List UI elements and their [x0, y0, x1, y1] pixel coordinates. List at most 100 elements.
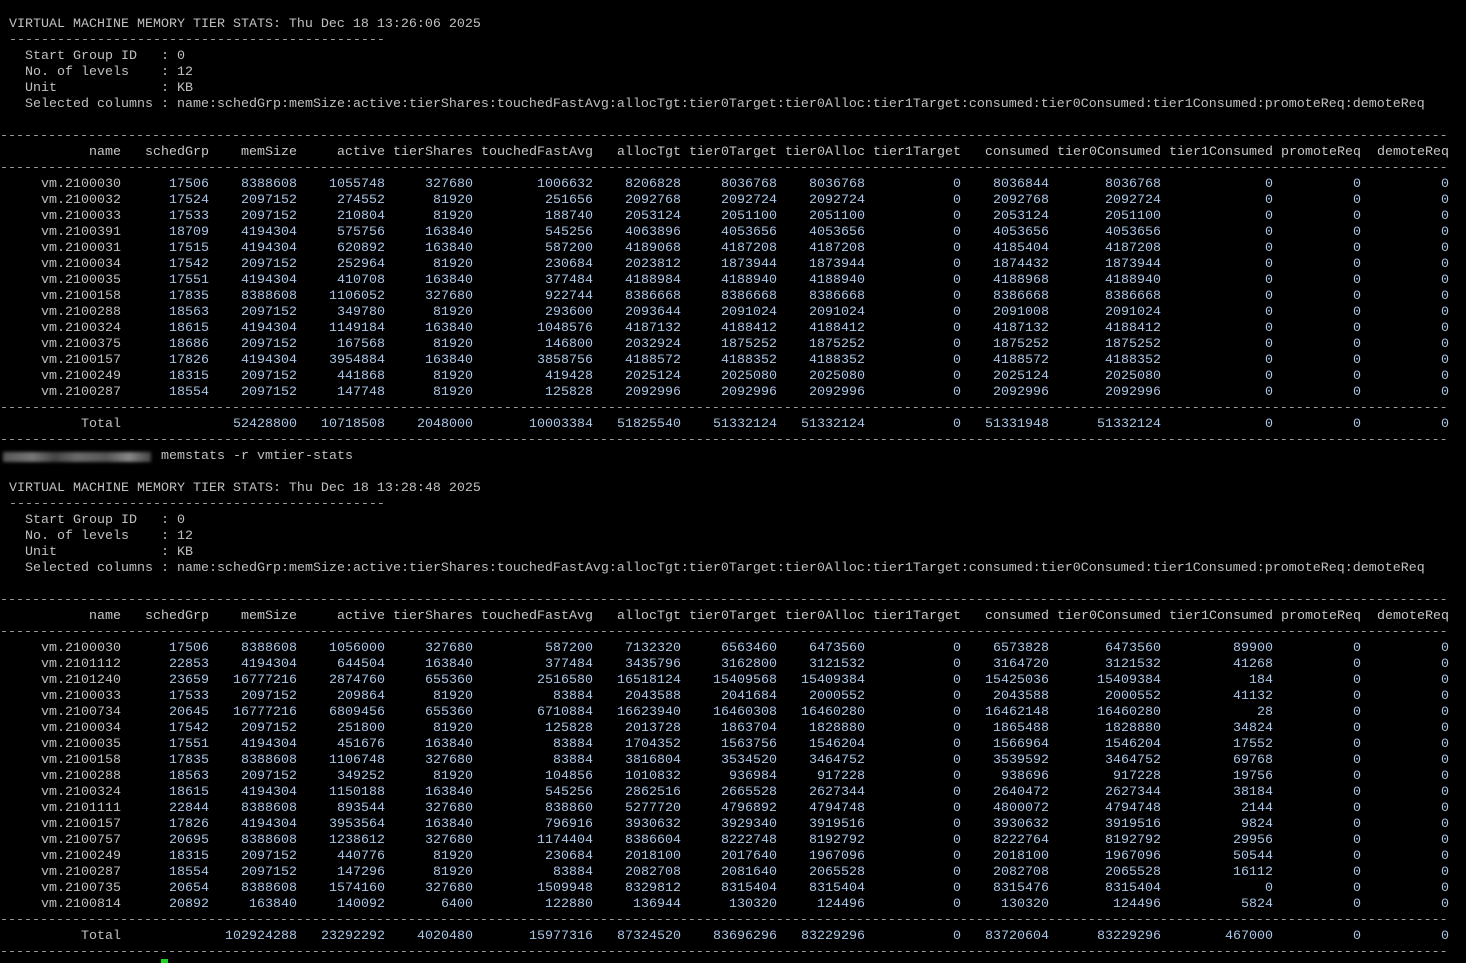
table-row: vm.2100031 17515 4194304 620892 163840 587200…: [0, 241, 1466, 257]
cell-tierShares: 81920: [433, 337, 473, 352]
info-label: Unit: [25, 81, 161, 96]
info-line: No. of levels : 12: [0, 529, 1466, 545]
total-row: Total 102924288 23292292 4020480 15977316 873…: [0, 929, 1466, 945]
cell-tierShares: 81920: [433, 193, 473, 208]
info-line: Selected columns : name:schedGrp:memSize…: [0, 97, 1466, 113]
cell-demoteReq: 0: [1441, 865, 1449, 880]
table-row: vm.2100035 17551 4194304 410708 163840 377484…: [0, 273, 1466, 289]
cell-demoteReq: 0: [1441, 321, 1449, 336]
cell-demoteReq: 0: [1441, 177, 1449, 192]
cell-tierShares: 81920: [433, 385, 473, 400]
cell-tierShares: 81920: [433, 769, 473, 784]
dash-divider: ----------------------------------------…: [0, 161, 1448, 176]
cell-tierShares: 81920: [433, 865, 473, 880]
table-row: vm.2100814 20892 163840 140092 6400 122880 136…: [0, 897, 1466, 913]
info-label: Selected columns: [25, 561, 161, 576]
separator-line: ----------------------------------------…: [0, 593, 1466, 609]
cell-tierShares: 163840: [425, 817, 473, 832]
cell-demoteReq: 0: [1441, 785, 1449, 800]
cell-tierShares: 81920: [433, 721, 473, 736]
cell-tierShares: 655360: [425, 673, 473, 688]
cell-demoteReq: 0: [1441, 641, 1449, 656]
cell-tierShares: 163840: [425, 737, 473, 752]
separator-line: ----------------------------------------…: [0, 945, 1466, 961]
info-line: Unit : KB: [0, 545, 1466, 561]
separator-line: ----------------------------------------…: [0, 33, 1466, 49]
table-row: vm.2100757 20695 8388608 1238612 327680 11744…: [0, 833, 1466, 849]
cell-demoteReq: 0: [1441, 689, 1449, 704]
cell-tierShares: 327680: [425, 801, 473, 816]
table-row: vm.2100157 17826 4194304 3953564 163840 79691…: [0, 817, 1466, 833]
cell-name: Total: [81, 417, 121, 432]
table-row: vm.2100030 17506 8388608 1056000 327680 58720…: [0, 641, 1466, 657]
cell-tierShares: 6400: [441, 897, 473, 912]
cell-demoteReq: 0: [1441, 721, 1449, 736]
cell-tierShares: 327680: [425, 177, 473, 192]
separator-line: ----------------------------------------…: [0, 913, 1466, 929]
cell-tierShares: tierShares: [393, 145, 473, 160]
table-row: vm.2100391 18709 4194304 575756 163840 545256…: [0, 225, 1466, 241]
cell-demoteReq: 0: [1441, 353, 1449, 368]
cell-demoteReq: 0: [1441, 753, 1449, 768]
dash-divider: ----------------------------------------…: [0, 913, 1448, 928]
terminal-cursor: [161, 959, 168, 963]
info-line: No. of levels : 12: [0, 65, 1466, 81]
cell-name: Total: [81, 929, 121, 944]
table-row: vm.2100034 17542 2097152 251800 81920 125828 2…: [0, 721, 1466, 737]
stats-title: VIRTUAL MACHINE MEMORY TIER STATS: Thu D…: [9, 17, 481, 32]
info-value: : 0: [161, 513, 185, 528]
cell-demoteReq: 0: [1441, 881, 1449, 896]
total-row: Total 52428800 10718508 2048000 10003384 5182…: [0, 417, 1466, 433]
dash-divider: ----------------------------------------…: [0, 129, 1448, 144]
info-label: Selected columns: [25, 97, 161, 112]
info-label: No. of levels: [25, 65, 161, 80]
cell-tierShares: 81920: [433, 369, 473, 384]
table-row: vm.2100158 17835 8388608 1106052 327680 92274…: [0, 289, 1466, 305]
separator-line: ----------------------------------------…: [0, 433, 1466, 449]
table-row: vm.2100288 18563 2097152 349252 81920 104856 1…: [0, 769, 1466, 785]
table-row: vm.2101112 22853 4194304 644504 163840 377484…: [0, 657, 1466, 673]
cell-demoteReq: 0: [1441, 241, 1449, 256]
cell-tierShares: 327680: [425, 289, 473, 304]
info-value: : KB: [161, 81, 193, 96]
prompt-line: memstats -r vmtier-stats: [0, 449, 1466, 465]
cell-tierShares: 163840: [425, 273, 473, 288]
table-row: vm.2100287 18554 2097152 147296 81920 83884 20…: [0, 865, 1466, 881]
info-value: : 12: [161, 65, 193, 80]
table-row: vm.2100324 18615 4194304 1150188 163840 54525…: [0, 785, 1466, 801]
cell-tierShares: 327680: [425, 881, 473, 896]
cell-demoteReq: 0: [1441, 833, 1449, 848]
cell-tierShares: 163840: [425, 785, 473, 800]
stats-title: VIRTUAL MACHINE MEMORY TIER STATS: Thu D…: [9, 481, 481, 496]
cell-demoteReq: 0: [1441, 225, 1449, 240]
dash-divider: ----------------------------------------…: [9, 33, 385, 48]
table-row: vm.2100288 18563 2097152 349780 81920 293600 2…: [0, 305, 1466, 321]
table-row: vm.2100375 18686 2097152 167568 81920 146800 2…: [0, 337, 1466, 353]
cell-tierShares: 81920: [433, 209, 473, 224]
cell-tierShares: 81920: [433, 257, 473, 272]
table-row: vm.2100287 18554 2097152 147748 81920 125828 2…: [0, 385, 1466, 401]
table-row: vm.2100249 18315 2097152 441868 81920 419428 2…: [0, 369, 1466, 385]
cell-demoteReq: demoteReq: [1377, 609, 1449, 624]
cell-tierShares: 327680: [425, 833, 473, 848]
cell-demoteReq: 0: [1441, 897, 1449, 912]
cell-tierShares: 81920: [433, 305, 473, 320]
cell-demoteReq: 0: [1441, 657, 1449, 672]
cell-demoteReq: 0: [1441, 849, 1449, 864]
table-row: vm.2101240 23659 16777216 2874760 655360 2516…: [0, 673, 1466, 689]
redacted-hostname: [3, 452, 151, 462]
cell-demoteReq: 0: [1441, 817, 1449, 832]
cell-tierShares: 4020480: [417, 929, 473, 944]
cell-tierShares: 163840: [425, 321, 473, 336]
cell-tierShares: 163840: [425, 657, 473, 672]
cell-tierShares: 81920: [433, 849, 473, 864]
table-row: vm.2100734 20645 16777216 6809456 655360 6710…: [0, 705, 1466, 721]
table-header: name schedGrp memSize active tierShares touch…: [0, 145, 1466, 161]
info-line: Unit : KB: [0, 81, 1466, 97]
cell-demoteReq: 0: [1441, 769, 1449, 784]
dash-divider: ----------------------------------------…: [0, 593, 1448, 608]
table-row: vm.2100033 17533 2097152 210804 81920 188740 2…: [0, 209, 1466, 225]
info-value: : name:schedGrp:memSize:active:tierShare…: [161, 97, 1425, 112]
dash-divider: ----------------------------------------…: [0, 433, 1448, 448]
info-label: Unit: [25, 545, 161, 560]
